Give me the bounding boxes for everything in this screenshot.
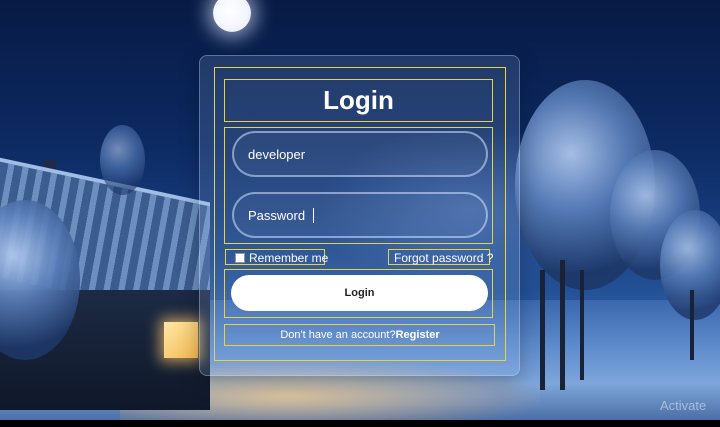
tree-trunk xyxy=(560,260,565,390)
login-button[interactable]: Login xyxy=(231,275,488,311)
tree-trunk xyxy=(580,270,584,380)
tree-back xyxy=(100,125,145,195)
forgot-password-link[interactable]: Forgot password ? xyxy=(394,250,493,265)
moon-icon xyxy=(213,0,251,32)
register-prompt: Don't have an account? xyxy=(280,329,396,341)
username-field[interactable]: developer xyxy=(232,131,488,177)
tree-trunk xyxy=(690,290,694,360)
activate-watermark: Activate xyxy=(660,398,707,413)
text-caret xyxy=(313,207,315,223)
remember-me-checkbox[interactable] xyxy=(235,252,245,263)
remember-me-row[interactable]: Remember me xyxy=(235,250,328,265)
username-value: developer xyxy=(248,146,306,162)
remember-me-label: Remember me xyxy=(249,250,329,265)
page-title: Login xyxy=(323,85,394,115)
house-window xyxy=(164,322,198,358)
tree-trunk xyxy=(540,270,545,390)
register-link[interactable]: Register xyxy=(396,329,440,341)
forgot-password-label: Forgot password ? xyxy=(394,250,494,265)
password-field[interactable]: Password xyxy=(232,192,488,238)
register-row: Don't have an account? Register xyxy=(226,326,494,344)
bottom-bar xyxy=(0,420,720,427)
password-placeholder: Password xyxy=(248,207,306,223)
